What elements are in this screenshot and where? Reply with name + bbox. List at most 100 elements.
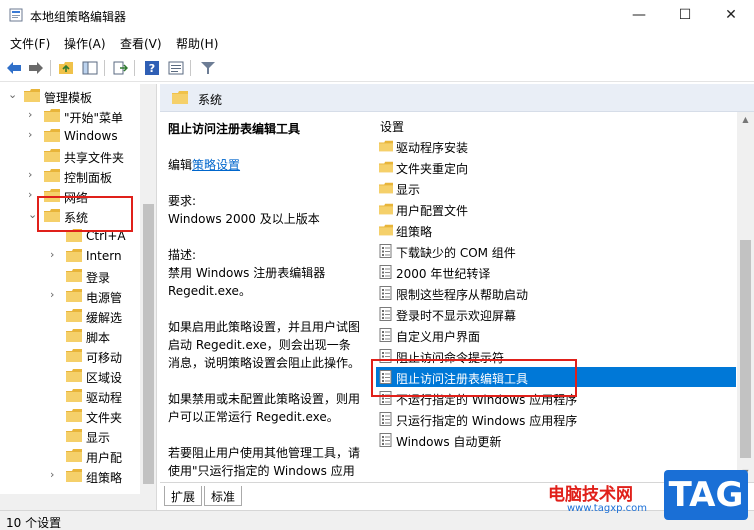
policy-setting-icon [379, 244, 392, 258]
details-header: 系统 [160, 84, 754, 112]
list-item-label: 2000 年世纪转译 [396, 267, 491, 281]
chevron-right-icon[interactable]: › [50, 288, 60, 301]
tree-item-label: 缓解选 [86, 311, 123, 325]
tree-horizontal-scrollbar[interactable] [0, 494, 140, 510]
forward-arrow-icon [29, 62, 43, 74]
tree-item[interactable]: › Intern [0, 246, 150, 266]
tree-item[interactable]: › Windows [0, 126, 150, 146]
list-item[interactable]: 登录时不显示欢迎屏幕 [376, 304, 736, 324]
tree-item[interactable]: › 控制面板 [0, 166, 150, 186]
tree-item[interactable]: 驱动程 [0, 386, 150, 406]
folder-icon [379, 182, 393, 194]
scrollbar-thumb[interactable] [143, 204, 154, 484]
requirements-value: Windows 2000 及以上版本 [168, 212, 320, 226]
policy-setting-icon [379, 307, 392, 321]
chevron-right-icon[interactable]: › [28, 108, 38, 121]
tree-item[interactable]: 登录 [0, 266, 150, 286]
folder-icon [24, 89, 40, 102]
chevron-right-icon[interactable]: › [28, 128, 38, 141]
console-tree: ⌄ 管理模板 › "开始"菜单 › Windows 共享文件夹 › 控制面板 › 网络 ⌄ 系统 Ctrl… [0, 84, 157, 510]
close-icon: ✕ [725, 7, 737, 23]
list-item-label: 只运行指定的 Windows 应用程序 [396, 414, 578, 428]
tree-item[interactable]: 缓解选 [0, 306, 150, 326]
maximize-button[interactable]: ☐ [662, 0, 708, 30]
tree-item-label: 区域设 [86, 371, 123, 385]
tree-item[interactable]: ⌄ 管理模板 [0, 86, 150, 106]
tab-standard[interactable]: 标准 [204, 486, 243, 506]
watermark-tag-logo: TAG [664, 470, 748, 520]
list-item[interactable]: 只运行指定的 Windows 应用程序 [376, 409, 736, 429]
tree-item[interactable]: › 电源管 [0, 286, 150, 306]
folder-icon [66, 369, 82, 382]
folder-icon [44, 149, 60, 162]
tree-item[interactable]: 显示 [0, 426, 150, 446]
list-item[interactable]: 2000 年世纪转译 [376, 262, 736, 282]
properties-icon [168, 61, 184, 75]
requirements-label: 要求: [168, 194, 197, 208]
tree-item[interactable]: 脚本 [0, 326, 150, 346]
list-item[interactable]: 限制这些程序从帮助启动 [376, 283, 736, 303]
toolbar: ? [0, 54, 754, 82]
export-list-button[interactable] [110, 58, 130, 78]
menu-view[interactable]: 查看(V) [120, 35, 162, 52]
list-item[interactable]: 显示 [376, 178, 736, 198]
list-item[interactable]: 文件夹重定向 [376, 157, 736, 177]
tree-item-label: 共享文件夹 [64, 151, 125, 165]
scrollbar-thumb[interactable] [740, 240, 751, 458]
tree-item-label: 驱动程 [86, 391, 123, 405]
description-panel: 阻止访问注册表编辑工具 编辑策略设置 要求: Windows 2000 及以上版本… [160, 112, 368, 496]
description-paragraph-2: 如果禁用或未配置此策略设置，则用户可以正常运行 Regedit.exe。 [168, 392, 361, 424]
list-item[interactable]: 组策略 [376, 220, 736, 240]
menu-file[interactable]: 文件(F) [10, 35, 50, 52]
menu-action[interactable]: 操作(A) [64, 35, 106, 52]
list-item[interactable]: 驱动程序安装 [376, 136, 736, 156]
help-button[interactable]: ? [142, 58, 162, 78]
settings-column-header[interactable]: 设置 [380, 118, 404, 135]
settings-list-scrollbar[interactable]: ▲ ▼ [737, 112, 754, 482]
menu-bar: 文件(F) 操作(A) 查看(V) 帮助(H) [0, 30, 754, 54]
minimize-button[interactable]: — [616, 0, 662, 30]
tree-item-label: 电源管 [86, 291, 123, 305]
tree-item[interactable]: › 组策略 [0, 466, 150, 486]
tree-item[interactable]: 用户配 [0, 446, 150, 466]
tree-item[interactable]: 区域设 [0, 366, 150, 386]
list-item[interactable]: 用户配置文件 [376, 199, 736, 219]
folder-icon [66, 469, 82, 482]
folder-icon [379, 140, 393, 152]
tree-item[interactable]: 共享文件夹 [0, 146, 150, 166]
chevron-right-icon[interactable]: › [50, 468, 60, 481]
tree-scrollbar[interactable] [140, 84, 156, 510]
chevron-right-icon[interactable]: › [28, 168, 38, 181]
close-button[interactable]: ✕ [708, 0, 754, 30]
tree-item-label: "开始"菜单 [64, 111, 124, 125]
tree-item[interactable]: › "开始"菜单 [0, 106, 150, 126]
list-item[interactable]: 下载缺少的 COM 组件 [376, 241, 736, 261]
folder-icon [66, 429, 82, 442]
scroll-up-icon[interactable]: ▲ [740, 115, 751, 125]
forward-button[interactable] [26, 58, 46, 78]
up-folder-button[interactable] [56, 58, 76, 78]
minimize-icon: — [632, 7, 646, 23]
tab-extended[interactable]: 扩展 [164, 486, 203, 506]
properties-button[interactable] [166, 58, 186, 78]
show-hide-tree-button[interactable] [80, 58, 100, 78]
console-tree-icon [82, 61, 98, 75]
chevron-right-icon[interactable]: › [50, 248, 60, 261]
list-item-label: 自定义用户界面 [396, 330, 481, 344]
tree-item[interactable]: 可移动 [0, 346, 150, 366]
details-pane: 系统 阻止访问注册表编辑工具 编辑策略设置 要求: Windows 2000 及以… [160, 84, 754, 510]
list-item-label: 下载缺少的 COM 组件 [396, 246, 516, 260]
folder-icon [66, 329, 82, 342]
edit-policy-link[interactable]: 策略设置 [192, 158, 240, 172]
help-icon: ? [145, 61, 159, 75]
filter-button[interactable] [198, 58, 218, 78]
back-button[interactable] [4, 58, 24, 78]
up-folder-icon [59, 62, 73, 74]
chevron-down-icon[interactable]: ⌄ [8, 88, 18, 101]
list-item[interactable]: Windows 自动更新 [376, 430, 736, 450]
folder-icon [44, 109, 60, 122]
highlight-box-registry-setting [371, 359, 577, 397]
tree-item[interactable]: 文件夹 [0, 406, 150, 426]
list-item[interactable]: 自定义用户界面 [376, 325, 736, 345]
menu-help[interactable]: 帮助(H) [176, 35, 218, 52]
